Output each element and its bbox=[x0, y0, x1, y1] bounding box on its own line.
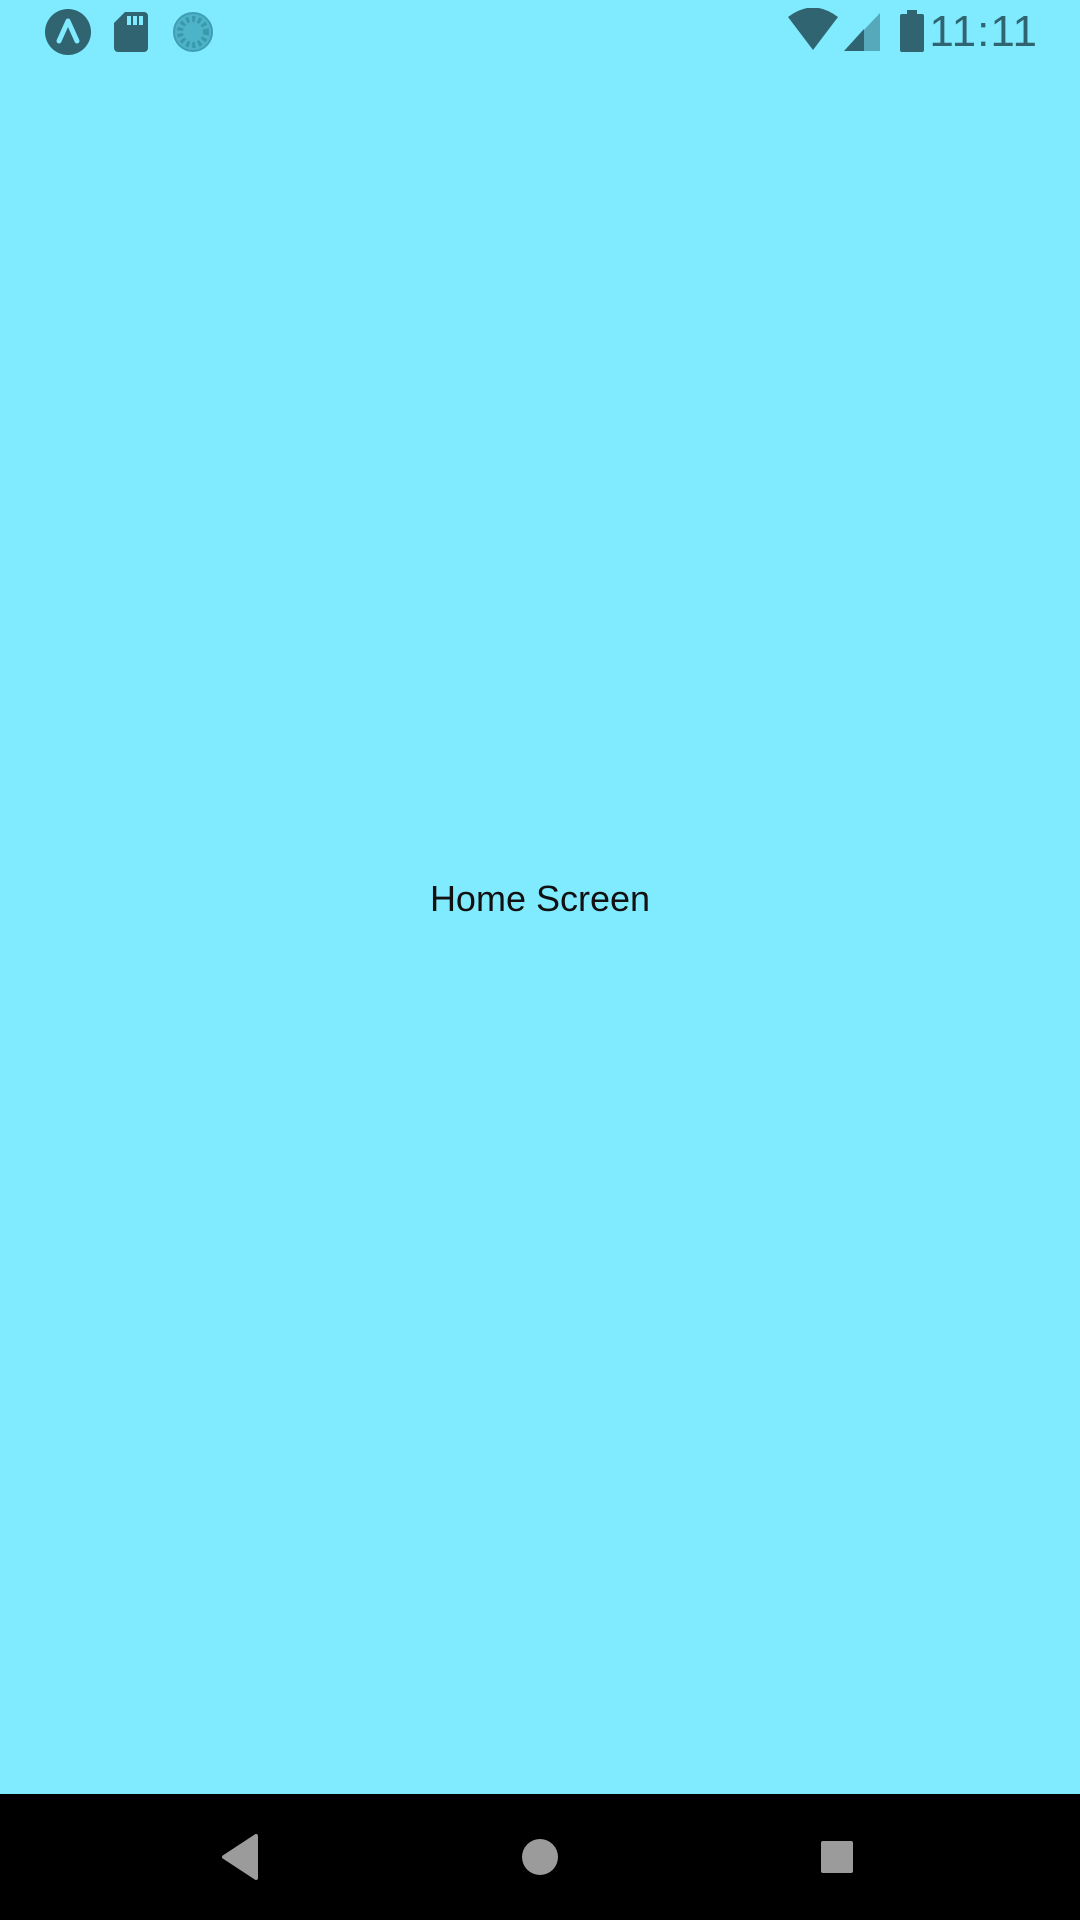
home-screen: Home Screen bbox=[0, 63, 1080, 1794]
sync-icon bbox=[173, 12, 213, 52]
recents-icon[interactable] bbox=[757, 1794, 917, 1920]
home-icon[interactable] bbox=[460, 1794, 620, 1920]
status-bar: 11:11 bbox=[0, 0, 1080, 63]
battery-icon bbox=[900, 10, 924, 52]
app-a-icon bbox=[45, 9, 91, 55]
navigation-bar bbox=[0, 1794, 1080, 1920]
sd-card-icon bbox=[114, 12, 148, 52]
cellular-signal-icon bbox=[844, 13, 880, 51]
clock: 11:11 bbox=[929, 7, 1038, 56]
page-title: Home Screen bbox=[429, 878, 651, 919]
back-icon[interactable] bbox=[160, 1794, 320, 1920]
wifi-icon bbox=[788, 8, 838, 50]
